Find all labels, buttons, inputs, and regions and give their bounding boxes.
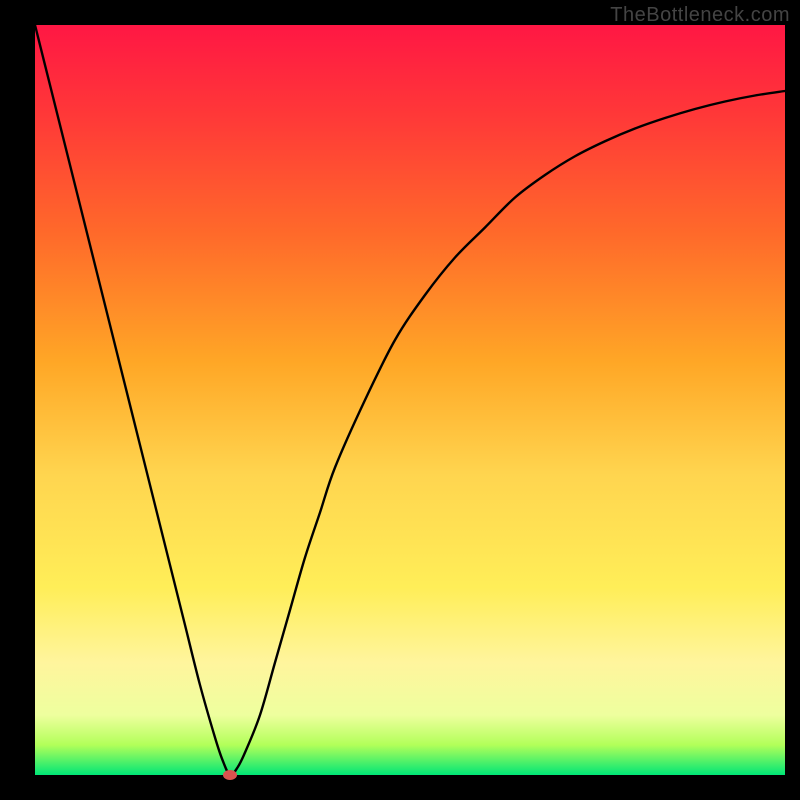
bottleneck-chart xyxy=(0,0,800,800)
minimum-marker xyxy=(223,770,237,780)
watermark-text: TheBottleneck.com xyxy=(610,4,790,27)
plot-background xyxy=(35,25,785,775)
chart-container: TheBottleneck.com xyxy=(0,0,800,800)
